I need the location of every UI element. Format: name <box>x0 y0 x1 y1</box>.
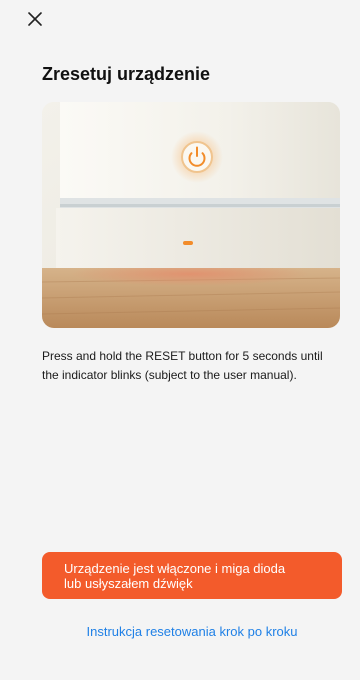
close-button[interactable] <box>24 8 48 32</box>
power-icon <box>181 141 213 173</box>
step-by-step-reset-link[interactable]: Instrukcja resetowania krok po kroku <box>0 624 360 639</box>
close-icon <box>28 12 42 26</box>
reset-instructions: Press and hold the RESET button for 5 se… <box>42 349 323 382</box>
device-blinking-confirm-button[interactable]: Urządzenie jest włączone i miga dioda lu… <box>42 552 342 599</box>
page-title: Zresetuj urządzenie <box>42 64 211 84</box>
device-illustration <box>42 102 340 328</box>
